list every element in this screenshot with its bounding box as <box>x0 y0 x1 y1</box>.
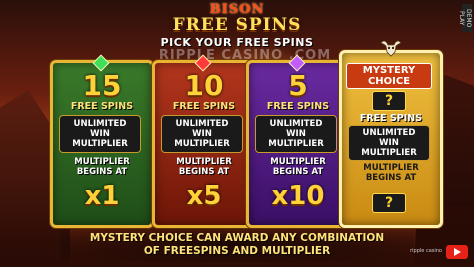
spins-label: FREE SPINS <box>359 113 423 124</box>
unlimited-multiplier-badge: UNLIMITED WIN MULTIPLIER <box>59 115 141 153</box>
badge-line-2: WIN <box>90 129 110 139</box>
unlimited-multiplier-badge: UNLIMITED WIN MULTIPLIER <box>255 115 337 153</box>
unlimited-multiplier-badge: UNLIMITED WIN MULTIPLIER <box>161 115 243 153</box>
heading-line-2: CHOICE <box>367 76 411 87</box>
badge-line-3: MULTIPLIER <box>268 139 324 149</box>
page-title: FREE SPINS <box>172 15 302 35</box>
badge-line-2: WIN <box>286 129 306 139</box>
multiplier-caption: MULTIPLIER BEGINS AT <box>342 163 440 183</box>
caption-line-1: MULTIPLIER <box>74 157 130 167</box>
spins-label: FREE SPINS <box>70 101 134 112</box>
multiplier-value: x1 <box>84 181 120 211</box>
mystery-multiplier-box: ? <box>372 193 406 213</box>
bison-skull-icon <box>380 40 402 57</box>
badge-line-2: WIN <box>379 138 399 148</box>
badge-line-1: UNLIMITED <box>269 119 323 129</box>
badge-line-1: UNLIMITED <box>362 128 416 138</box>
spins-label: FREE SPINS <box>172 101 236 112</box>
spins-label: FREE SPINS <box>266 101 330 112</box>
channel-label: ripple casino <box>410 248 442 254</box>
caption-line-2: BEGINS AT <box>272 167 324 177</box>
multiplier-value: x5 <box>186 181 222 211</box>
multiplier-caption: MULTIPLIER BEGINS AT <box>155 157 253 177</box>
unlimited-multiplier-badge: UNLIMITED WIN MULTIPLIER <box>348 125 430 161</box>
badge-line-2: WIN <box>192 129 212 139</box>
option-card-mystery-choice[interactable]: MYSTERY CHOICE ? FREE SPINS UNLIMITED WI… <box>339 40 443 228</box>
info-line-2: OF FREESPINS AND MULTIPLIER <box>143 245 331 257</box>
badge-line-1: UNLIMITED <box>73 119 127 129</box>
caption-line-1: MULTIPLIER <box>363 163 419 173</box>
caption-line-1: MULTIPLIER <box>270 157 326 167</box>
spins-count: 5 <box>288 69 308 102</box>
badge-line-1: UNLIMITED <box>175 119 229 129</box>
mystery-spins-box: ? <box>372 91 406 111</box>
spins-count: 15 <box>82 69 122 102</box>
badge-line-3: MULTIPLIER <box>72 139 128 149</box>
mystery-choice-heading: MYSTERY CHOICE <box>346 63 432 89</box>
multiplier-caption: MULTIPLIER BEGINS AT <box>249 157 347 177</box>
option-card-10-spins[interactable]: 10 FREE SPINS UNLIMITED WIN MULTIPLIER M… <box>152 54 256 228</box>
badge-line-3: MULTIPLIER <box>174 139 230 149</box>
multiplier-caption: MULTIPLIER BEGINS AT <box>53 157 151 177</box>
caption-line-1: MULTIPLIER <box>176 157 232 167</box>
spins-count: 10 <box>184 69 224 102</box>
option-card-5-spins[interactable]: 5 FREE SPINS UNLIMITED WIN MULTIPLIER MU… <box>246 54 350 228</box>
demo-play-tab[interactable]: DEMO PLAY <box>458 4 472 32</box>
heading-line-1: MYSTERY <box>362 65 416 76</box>
youtube-icon[interactable] <box>446 245 468 259</box>
badge-line-3: MULTIPLIER <box>361 148 417 158</box>
multiplier-value: x10 <box>271 181 325 211</box>
option-card-15-spins[interactable]: 15 FREE SPINS UNLIMITED WIN MULTIPLIER M… <box>50 54 154 228</box>
caption-line-2: BEGINS AT <box>76 167 128 177</box>
caption-line-2: BEGINS AT <box>365 173 417 183</box>
info-line-1: MYSTERY CHOICE CAN AWARD ANY COMBINATION <box>89 232 385 244</box>
caption-line-2: BEGINS AT <box>178 167 230 177</box>
mystery-choice-info: MYSTERY CHOICE CAN AWARD ANY COMBINATION… <box>0 232 474 258</box>
